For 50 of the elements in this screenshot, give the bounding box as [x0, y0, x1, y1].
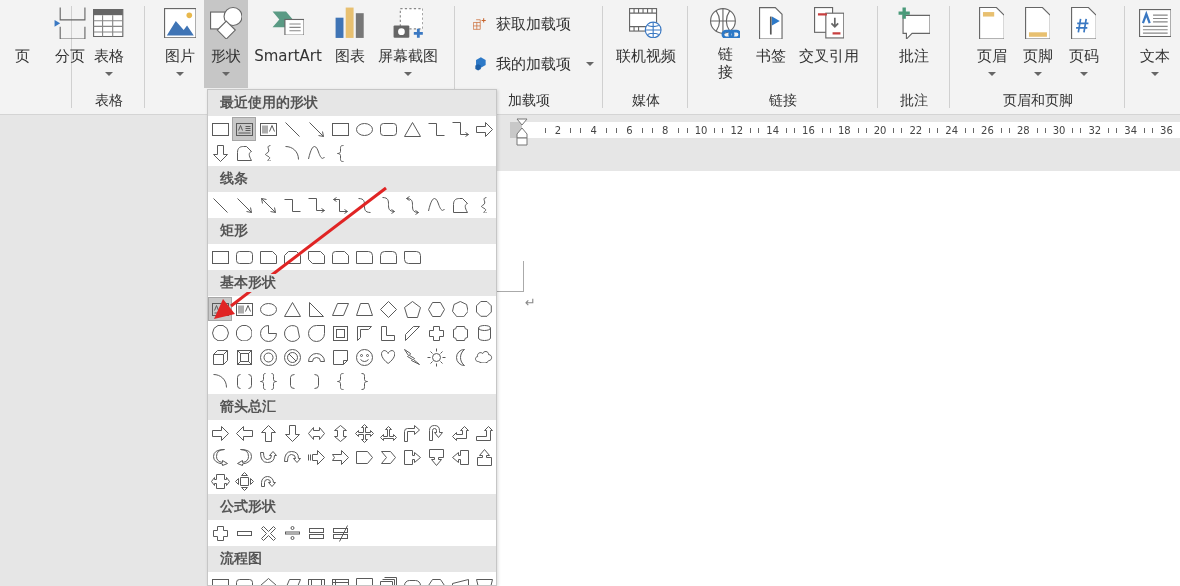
ribbon-button[interactable]: 联机视频 — [611, 0, 680, 88]
ribbon-button[interactable]: 获取加载项 — [465, 10, 575, 38]
ruler-number: 16 — [802, 124, 815, 136]
group-label: 媒体 — [631, 92, 660, 110]
ruler-number: 24 — [945, 124, 958, 136]
ruler-number: 10 — [694, 124, 708, 136]
section-heading: 公式形状 — [220, 498, 276, 516]
ribbon-button[interactable]: 页码 — [1061, 0, 1106, 88]
group-label: 页眉和页脚 — [1002, 92, 1073, 110]
ribbon-button[interactable]: SmartArt — [250, 0, 326, 88]
ribbon-button[interactable]: 图片 — [158, 0, 203, 88]
section-heading: 线条 — [220, 170, 248, 188]
group-label: 批注 — [900, 92, 928, 110]
ribbon-button[interactable]: 链接 — [703, 0, 747, 88]
ribbon-button[interactable]: 屏幕截图 — [373, 0, 442, 88]
section-heading: 最近使用的形状 — [220, 94, 318, 112]
ribbon-button[interactable]: 我的加载项 — [465, 50, 598, 78]
ruler-number: 14 — [766, 124, 780, 136]
section-heading: 基本形状 — [220, 274, 276, 292]
ribbon-button[interactable]: 图表 — [327, 0, 372, 88]
ruler-number: 28 — [1016, 124, 1030, 136]
ruler-number: 22 — [909, 124, 923, 136]
ruler-number: 2 — [554, 124, 562, 136]
group-label: 链接 — [769, 92, 797, 110]
section-heading: 矩形 — [220, 222, 248, 240]
ruler-number: 6 — [626, 124, 633, 136]
ruler-number: 8 — [662, 124, 669, 136]
ribbon-button[interactable]: 形状 — [204, 0, 249, 88]
ruler-number: 4 — [590, 124, 597, 136]
ruler-number: 26 — [981, 124, 994, 136]
ribbon-button[interactable]: 批注 — [892, 0, 936, 88]
ruler-number: 34 — [1124, 124, 1137, 136]
ruler-number: 20 — [873, 124, 887, 136]
ribbon-button[interactable]: 文本 — [1133, 0, 1177, 88]
ribbon-button[interactable]: 交叉引用 — [795, 0, 863, 88]
paragraph-mark: ↵ — [525, 295, 536, 310]
ruler-number: 30 — [1052, 124, 1066, 136]
ribbon-button[interactable]: 书签 — [749, 0, 793, 88]
section-heading: 箭头总汇 — [220, 398, 276, 416]
ribbon-button[interactable]: 页眉 — [969, 0, 1014, 88]
ruler-number: 18 — [837, 124, 851, 136]
ruler-number: 32 — [1088, 124, 1102, 136]
ribbon-button[interactable]: 页 — [0, 0, 44, 88]
ribbon-button[interactable]: 页脚 — [1015, 0, 1060, 88]
group-label: 加载项 — [508, 92, 550, 110]
ruler-number: 12 — [730, 124, 744, 136]
section-heading: 流程图 — [220, 550, 262, 568]
group-label: 表格 — [94, 92, 123, 110]
ribbon-button[interactable]: 表格 — [86, 0, 131, 88]
ruler-number: 36 — [1160, 124, 1173, 136]
